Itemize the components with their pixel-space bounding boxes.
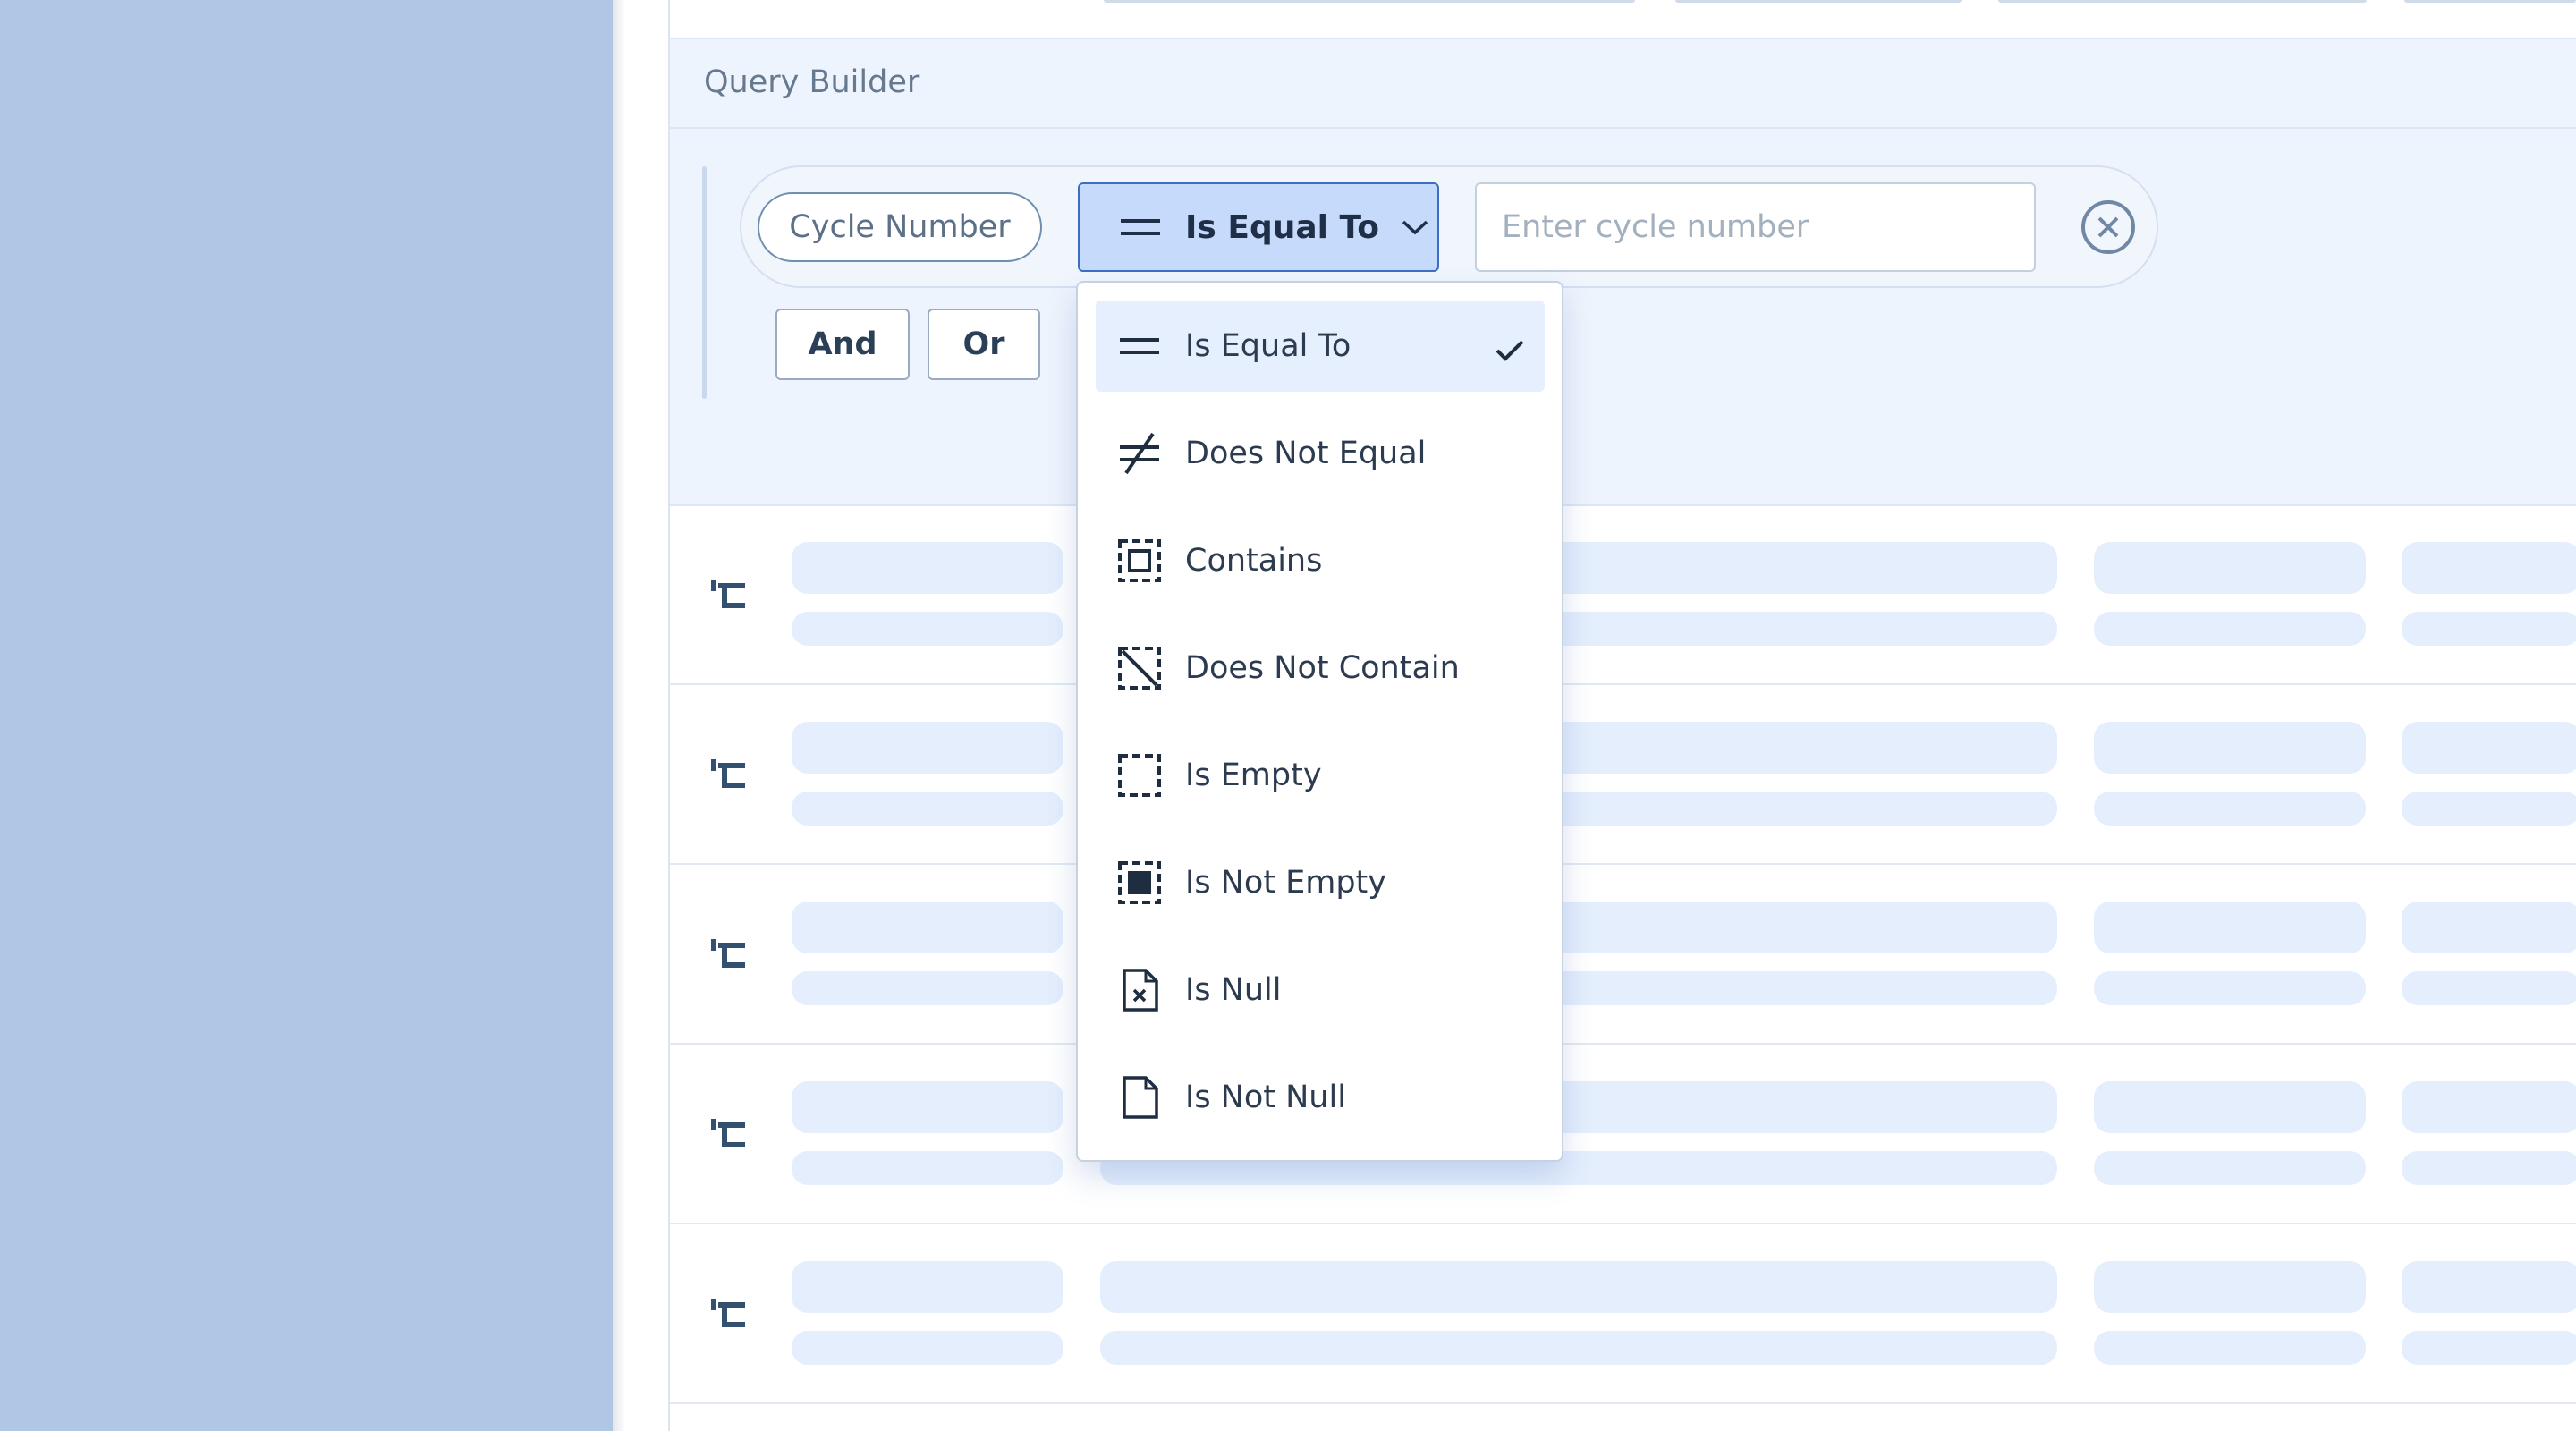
contains-icon <box>1117 538 1162 583</box>
skeleton-placeholder <box>2402 792 2576 826</box>
toolbar-remnant <box>1104 0 1635 3</box>
skeleton-placeholder <box>792 792 1063 826</box>
skeleton-placeholder <box>2402 971 2576 1005</box>
equals-icon <box>1117 324 1162 368</box>
operator-option-label: Is Empty <box>1185 758 1322 793</box>
skeleton-placeholder <box>1100 1261 2057 1313</box>
query-builder-header: Query Builder <box>670 39 2576 129</box>
operator-option-contains[interactable]: Contains <box>1096 515 1545 606</box>
skeleton-placeholder <box>2094 902 2366 953</box>
empty-box-icon <box>1117 753 1162 798</box>
operator-option-label: Is Not Empty <box>1185 865 1386 901</box>
skeleton-placeholder <box>2094 971 2366 1005</box>
close-circle-icon <box>2080 200 2137 259</box>
document-x-icon <box>1117 968 1162 1012</box>
query-builder-title: Query Builder <box>704 64 920 100</box>
skeleton-placeholder <box>2402 542 2576 594</box>
hierarchy-icon <box>709 937 749 971</box>
skeleton-placeholder <box>2094 1081 2366 1133</box>
operator-option-is-null[interactable]: Is Null <box>1096 944 1545 1036</box>
operator-option-label: Does Not Contain <box>1185 650 1460 686</box>
table-row[interactable] <box>670 504 2576 685</box>
operator-option-is-not-empty[interactable]: Is Not Empty <box>1096 837 1545 928</box>
skeleton-placeholder <box>2402 1081 2576 1133</box>
checkmark-icon <box>1495 334 1525 370</box>
toolbar-remnant <box>2404 0 2576 3</box>
operator-option-does-not-equal[interactable]: Does Not Equal <box>1096 408 1545 499</box>
hierarchy-icon <box>709 1297 749 1331</box>
skeleton-placeholder <box>2094 542 2366 594</box>
table-row[interactable] <box>670 1044 2576 1224</box>
operator-option-label: Is Equal To <box>1185 328 1352 364</box>
operator-option-is-equal-to[interactable]: Is Equal To <box>1096 301 1545 392</box>
operator-option-label: Contains <box>1185 543 1323 579</box>
or-button[interactable]: Or <box>928 309 1040 380</box>
equals-icon <box>1119 216 1162 238</box>
operator-option-label: Does Not Equal <box>1185 436 1427 471</box>
skeleton-placeholder <box>2094 1331 2366 1365</box>
clear-condition-button[interactable] <box>2080 199 2137 256</box>
and-button[interactable]: And <box>775 309 910 380</box>
skeleton-placeholder <box>2402 1331 2576 1365</box>
skeleton-placeholder <box>792 1331 1063 1365</box>
not-equal-icon <box>1117 431 1162 476</box>
table-row[interactable] <box>670 864 2576 1045</box>
skeleton-placeholder <box>2402 902 2576 953</box>
skeleton-placeholder <box>792 542 1063 594</box>
operator-menu: Is Equal To Does Not Equal Contains Does… <box>1076 281 1563 1162</box>
does-not-contain-icon <box>1117 646 1162 690</box>
skeleton-placeholder <box>2402 1261 2576 1313</box>
skeleton-placeholder <box>2094 722 2366 774</box>
skeleton-placeholder <box>792 722 1063 774</box>
hierarchy-icon <box>709 578 749 612</box>
skeleton-placeholder <box>792 1151 1063 1185</box>
hierarchy-icon <box>709 758 749 792</box>
skeleton-placeholder <box>1100 1331 2057 1365</box>
operator-option-label: Is Null <box>1185 972 1282 1008</box>
chevron-down-icon <box>1401 218 1429 236</box>
toolbar-remnant <box>1998 0 2367 3</box>
operator-option-is-not-null[interactable]: Is Not Null <box>1096 1052 1545 1143</box>
document-icon <box>1117 1075 1162 1120</box>
operator-option-label: Is Not Null <box>1185 1080 1346 1115</box>
table-row[interactable] <box>670 1224 2576 1404</box>
skeleton-placeholder <box>2402 612 2576 646</box>
skeleton-placeholder <box>792 612 1063 646</box>
toolbar-remnant <box>1675 0 1962 3</box>
skeleton-placeholder <box>2094 1151 2366 1185</box>
cycle-number-input[interactable] <box>1475 182 2036 272</box>
operator-option-is-empty[interactable]: Is Empty <box>1096 730 1545 821</box>
operator-dropdown-label: Is Equal To <box>1185 208 1380 246</box>
skeleton-placeholder <box>792 1261 1063 1313</box>
skeleton-placeholder <box>2094 792 2366 826</box>
operator-dropdown-button[interactable]: Is Equal To <box>1078 182 1439 272</box>
skeleton-placeholder <box>2402 722 2576 774</box>
hierarchy-icon <box>709 1117 749 1151</box>
operator-option-does-not-contain[interactable]: Does Not Contain <box>1096 622 1545 714</box>
condition-group-rail <box>702 166 707 399</box>
skeleton-placeholder <box>2094 612 2366 646</box>
filled-box-icon <box>1117 860 1162 905</box>
panel-shadow <box>613 0 625 1431</box>
skeleton-placeholder <box>792 971 1063 1005</box>
table-row[interactable] <box>670 684 2576 865</box>
skeleton-placeholder <box>792 902 1063 953</box>
skeleton-placeholder <box>792 1081 1063 1133</box>
field-chip[interactable]: Cycle Number <box>758 192 1042 262</box>
skeleton-placeholder <box>2094 1261 2366 1313</box>
skeleton-placeholder <box>2402 1151 2576 1185</box>
